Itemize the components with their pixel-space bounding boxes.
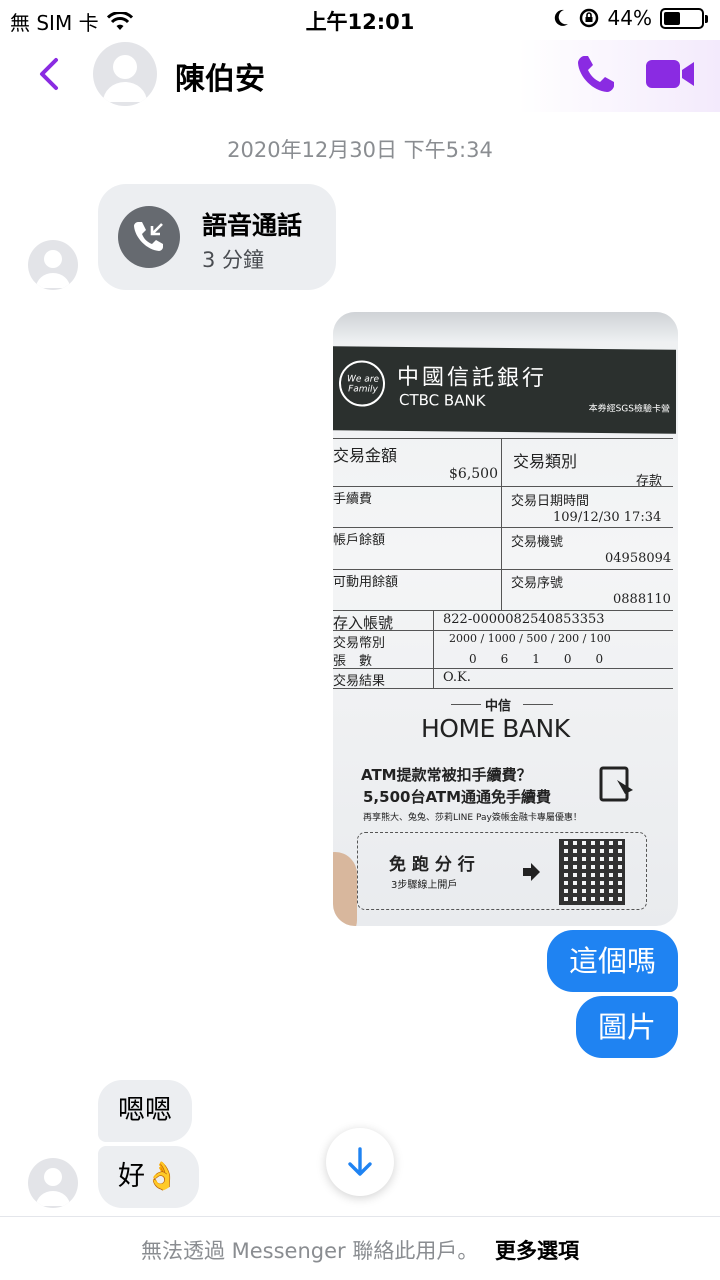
battery-percent: 44% [607, 6, 652, 30]
count-label: 張 數 [333, 654, 373, 669]
contact-name[interactable]: 陳伯安 [175, 54, 265, 98]
fee-label: 手續費 [333, 492, 373, 507]
arrow-right-icon [523, 863, 540, 881]
more-options-link[interactable]: 更多選項 [495, 1239, 579, 1263]
unavailable-notice: 無法透過 Messenger 聯絡此用戶。 [140, 1239, 479, 1263]
incoming-call-icon [118, 206, 180, 268]
denominations: 2000 / 1000 / 500 / 200 / 100 [449, 632, 611, 645]
bank-name-zh: 中國信託銀行 [397, 364, 548, 392]
video-call-button[interactable] [644, 54, 696, 94]
homebank-logo: HOME BANK [421, 714, 570, 743]
promo-line3: 再享熊大、兔兔、莎莉LINE Pay簽帳金融卡專屬優惠！ [363, 813, 582, 823]
balance-label: 帳戶餘額 [333, 533, 386, 548]
account-value: 822-0000082540853353 [443, 612, 605, 627]
serial-label: 交易序號 [511, 576, 564, 591]
currency-label: 交易幣別 [333, 636, 386, 651]
voice-call-bubble[interactable]: 語音通話 3 分鐘 [98, 184, 336, 290]
status-bar: 無 SIM 卡 上午12:01 44% [0, 0, 720, 40]
voice-call-title: 語音通話 [202, 211, 303, 240]
qr-code [559, 839, 625, 905]
receipt-bank-banner: We are Family 中國信託銀行 CTBC BANK 本券經SGS檢驗卡… [333, 346, 676, 434]
scroll-to-bottom-button[interactable] [326, 1128, 394, 1196]
contact-avatar-small[interactable] [28, 1158, 78, 1208]
sent-message[interactable]: 這個嗎 [546, 930, 678, 992]
contact-avatar-small[interactable] [28, 240, 78, 290]
rotation-lock-icon [579, 8, 598, 28]
message-timestamp: 2020年12月30日 下午5:34 [227, 138, 493, 162]
datetime-label: 交易日期時間 [511, 494, 590, 509]
receipt-photo[interactable]: We are Family 中國信託銀行 CTBC BANK 本券經SGS檢驗卡… [333, 312, 678, 926]
voice-call-duration: 3 分鐘 [202, 248, 265, 272]
promo-line2: 5,500台ATM通通免手續費 [363, 788, 552, 806]
result-label: 交易結果 [333, 674, 386, 689]
moon-icon [554, 9, 568, 26]
composer-disabled-bar: 無法透過 Messenger 聯絡此用戶。 更多選項 [0, 1216, 720, 1280]
available-label: 可動用餘額 [333, 575, 399, 590]
machine-value: 04958094 [605, 551, 672, 566]
arrow-down-icon [348, 1147, 372, 1176]
bank-logo: We are Family [339, 360, 385, 407]
counts: 0 6 1 0 0 [469, 652, 604, 666]
bank-name-en: CTBC BANK [399, 390, 486, 410]
promo-box-title: 免 跑 分 行 [389, 855, 475, 875]
received-message[interactable]: 好👌 [98, 1146, 199, 1208]
back-button[interactable] [34, 54, 64, 94]
contact-avatar[interactable] [93, 42, 157, 106]
finger [333, 852, 357, 926]
default-person-icon [36, 250, 70, 288]
type-label: 交易類別 [513, 452, 578, 471]
default-person-icon [36, 1168, 70, 1206]
promo-box-sub: 3步驟線上開戶 [391, 880, 458, 891]
chat-header: 陳伯安 [0, 40, 720, 112]
serial-value: 0888110 [613, 592, 671, 607]
battery-icon [660, 7, 708, 29]
phone-call-button[interactable] [574, 52, 618, 96]
amount-value: $6,500 [449, 466, 498, 482]
sent-message[interactable]: 圖片 [575, 996, 678, 1058]
machine-label: 交易機號 [511, 535, 564, 550]
amount-label: 交易金額 [333, 446, 398, 465]
account-label: 存入帳號 [333, 614, 394, 632]
type-value: 存款 [636, 474, 663, 489]
datetime-value: 109/12/30 17:34 [553, 510, 662, 525]
promo-line1: ATM提款常被扣手續費？ [361, 766, 532, 784]
default-person-icon [103, 55, 147, 102]
result-value: O.K. [443, 670, 471, 685]
received-message[interactable]: 嗯嗯 [98, 1080, 192, 1142]
divider-label: 中信 [485, 699, 512, 714]
atm-icon [599, 766, 633, 802]
banner-note: 本券經SGS檢驗卡營 [588, 403, 670, 415]
